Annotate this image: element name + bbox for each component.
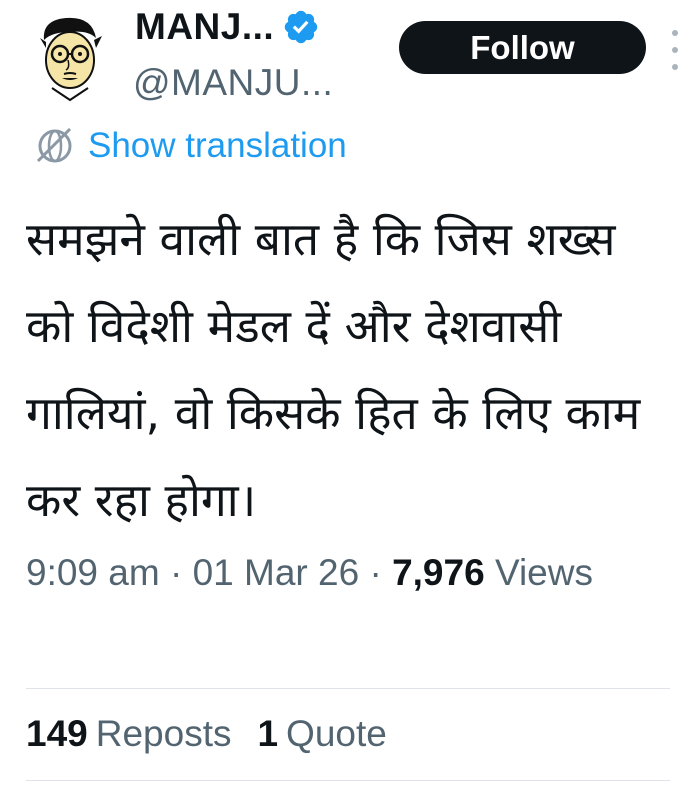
- meta-separator: ·: [169, 552, 183, 593]
- verified-badge-icon: [284, 10, 318, 44]
- views-label: Views: [494, 552, 593, 593]
- tweet-date[interactable]: 01 Mar 26: [193, 552, 360, 593]
- avatar[interactable]: [22, 8, 118, 104]
- quotes-label: Quote: [286, 713, 387, 754]
- quotes-count: 1: [257, 713, 279, 754]
- quotes-stat[interactable]: 1 Quote: [257, 713, 386, 755]
- author-handle[interactable]: @MANJU...: [133, 62, 333, 104]
- reposts-label: Reposts: [95, 713, 232, 754]
- meta-separator-2: ·: [369, 552, 382, 593]
- tweet-meta: 9:09 am · 01 Mar 26 · 7,976 Views: [26, 542, 666, 604]
- tweet-header: MANJ... @MANJU... Follow: [0, 0, 684, 115]
- views-count: 7,976: [392, 552, 485, 593]
- avatar-cartoon-icon: [22, 8, 118, 104]
- translate-globe-icon: [36, 127, 72, 163]
- engagement-stats: 149 Reposts 1 Quote: [26, 713, 413, 755]
- tweet-text: समझने वाली बात है कि जिस शख्स को विदेशी …: [26, 212, 641, 527]
- show-translation-link[interactable]: Show translation: [32, 123, 347, 169]
- follow-button[interactable]: Follow: [399, 21, 646, 74]
- reposts-count: 149: [26, 713, 88, 754]
- divider-bottom: [26, 780, 670, 781]
- reposts-stat[interactable]: 149 Reposts: [26, 713, 231, 755]
- more-options-icon[interactable]: [670, 30, 680, 70]
- divider: [26, 688, 670, 689]
- tweet-time[interactable]: 9:09 am: [26, 552, 160, 593]
- show-translation-label: Show translation: [88, 126, 347, 165]
- author-name-row: MANJ...: [135, 6, 320, 48]
- author-display-name[interactable]: MANJ...: [135, 6, 274, 48]
